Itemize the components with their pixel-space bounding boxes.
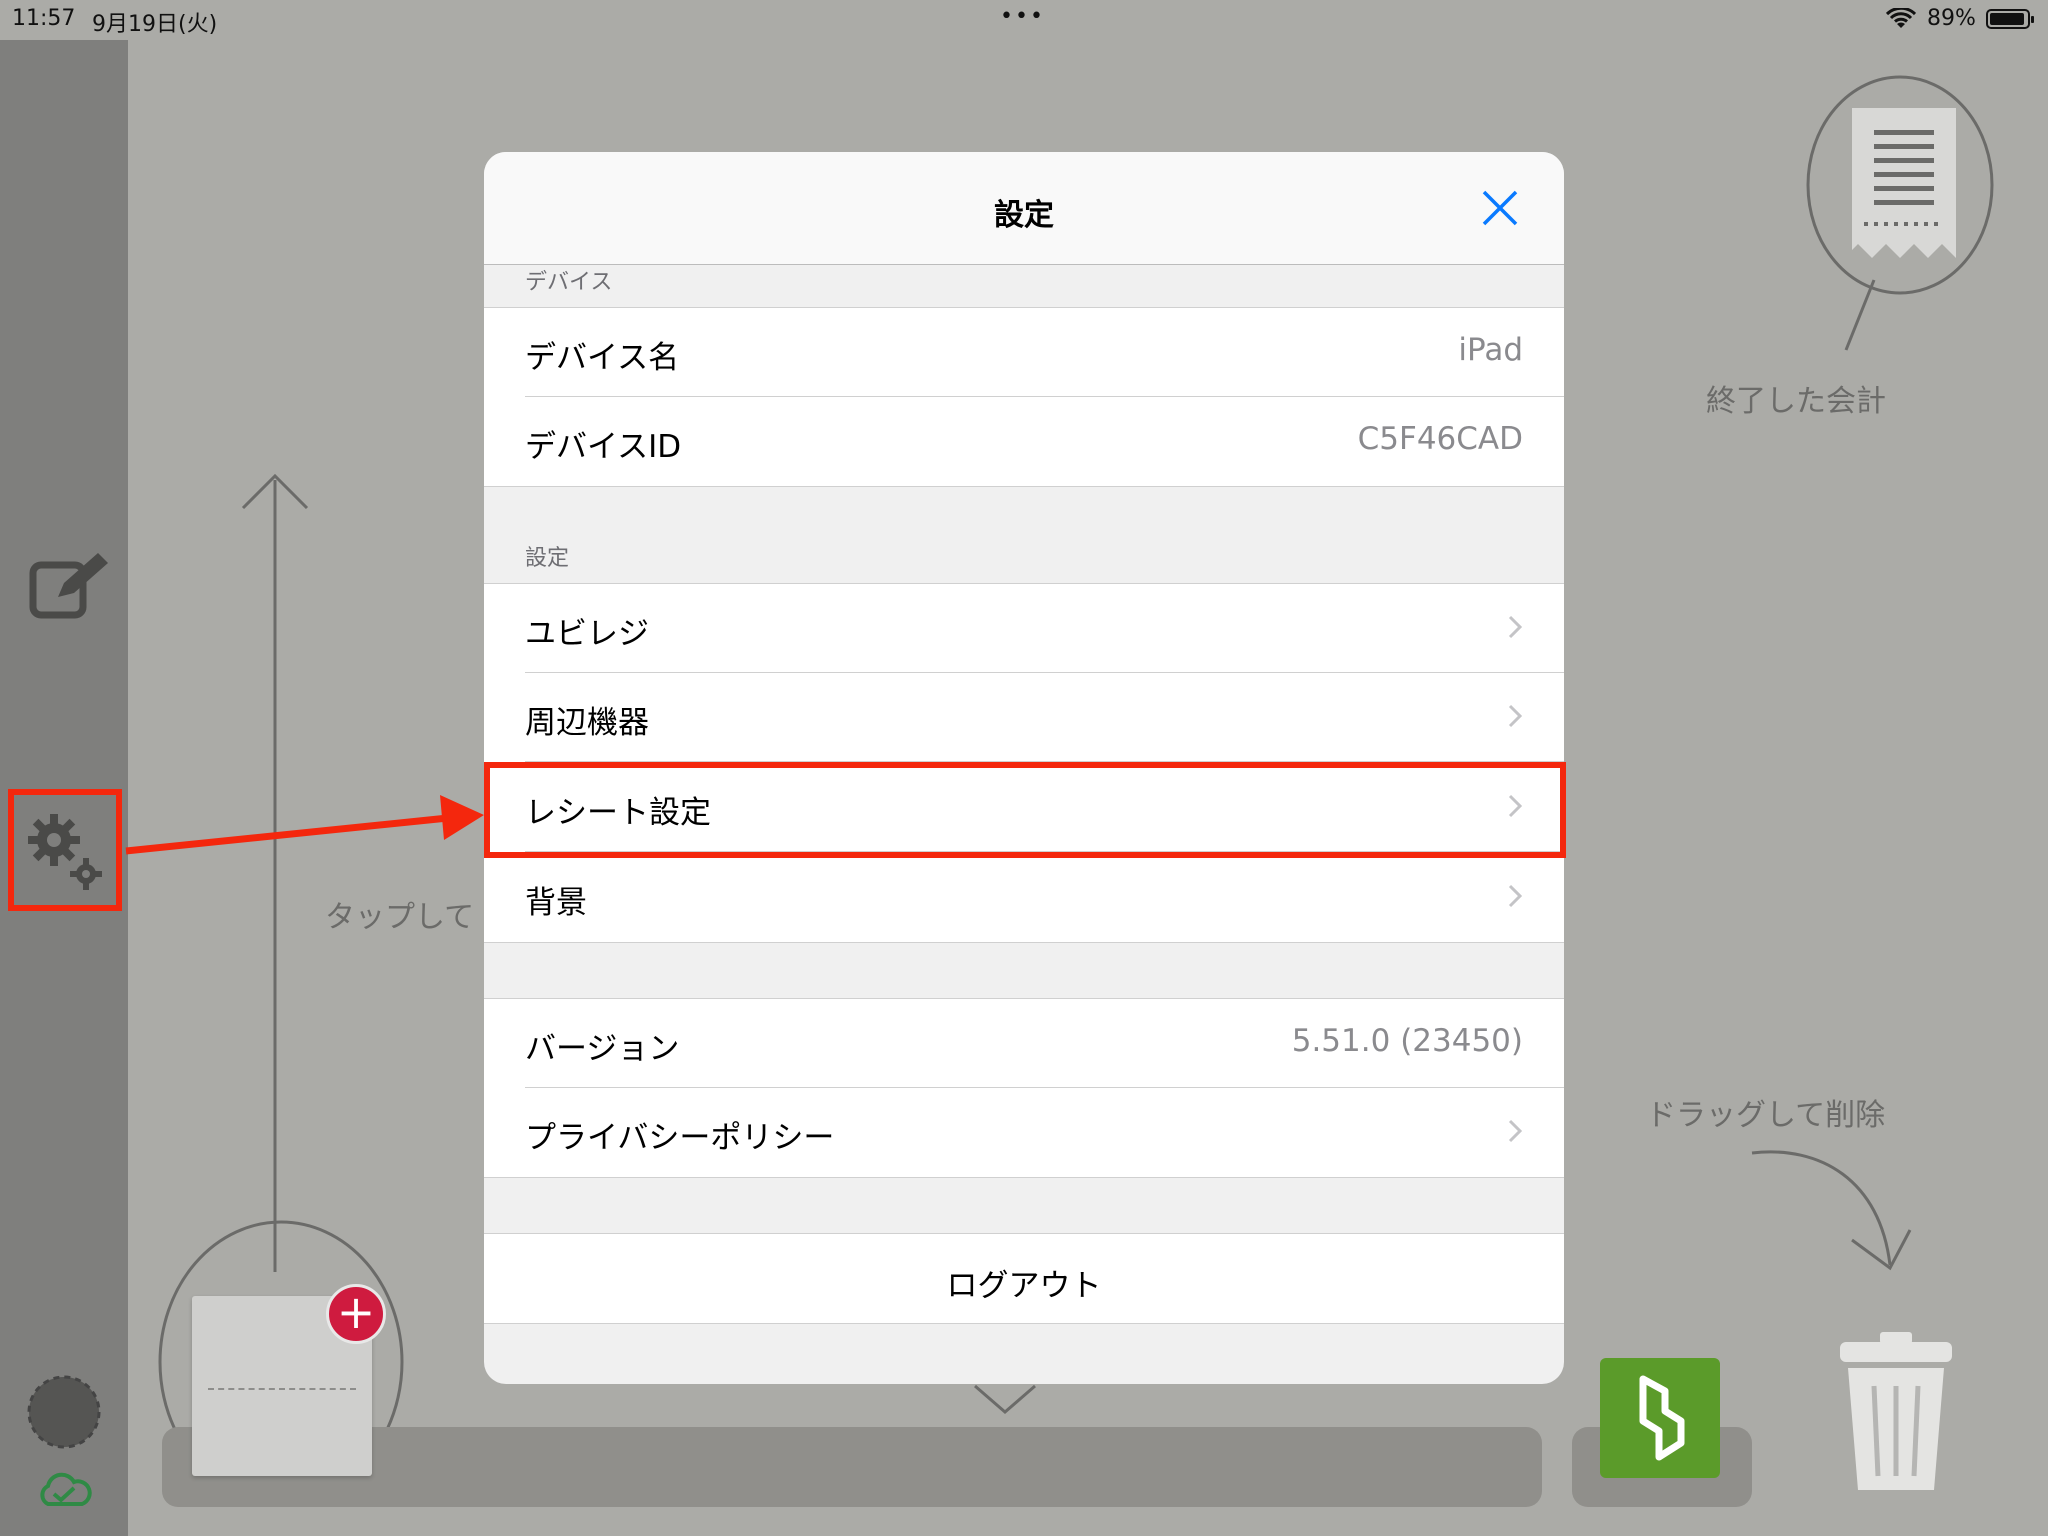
chevron-right-icon <box>1508 884 1522 908</box>
section-settings-label: 設定 <box>525 546 570 571</box>
settings-item-label: 周辺機器 <box>525 705 649 741</box>
chevron-right-icon <box>1508 704 1522 728</box>
privacy-policy-label: プライバシーポリシー <box>525 1120 835 1156</box>
ubiregi-app-icon[interactable] <box>1600 1358 1720 1478</box>
tap-hint: タップして <box>325 900 475 935</box>
device-id-value: C5F46CAD <box>1357 421 1523 457</box>
section-device-label: デバイス <box>525 270 613 295</box>
chevron-right-icon <box>1508 615 1522 639</box>
settings-item-label: ユビレジ <box>525 616 649 652</box>
settings-item-peripherals[interactable]: 周辺機器 <box>484 673 1564 762</box>
settings-item-label: 背景 <box>525 885 587 921</box>
privacy-policy-row[interactable]: プライバシーポリシー <box>484 1088 1564 1178</box>
modal-title: 設定 <box>994 198 1054 233</box>
receipt-settings-highlight-box <box>484 762 1566 858</box>
settings-item-ubiregi[interactable]: ユビレジ <box>484 583 1564 673</box>
version-row: バージョン 5.51.0 (23450) <box>484 998 1564 1088</box>
receipt-icon[interactable] <box>1852 108 1956 272</box>
chevron-right-icon <box>1508 1119 1522 1143</box>
add-order-button[interactable]: + <box>326 1284 386 1344</box>
logout-button[interactable]: ログアウト <box>484 1233 1564 1324</box>
device-name-value: iPad <box>1458 332 1523 368</box>
device-id-row: デバイスID C5F46CAD <box>484 397 1564 487</box>
close-icon[interactable] <box>1480 188 1520 228</box>
device-name-label: デバイス名 <box>525 340 680 376</box>
device-name-row: デバイス名 iPad <box>484 307 1564 397</box>
settings-item-background[interactable]: 背景 <box>484 853 1564 943</box>
version-value: 5.51.0 (23450) <box>1291 1023 1523 1059</box>
version-label: バージョン <box>525 1031 680 1067</box>
modal-header: 設定 <box>484 152 1564 265</box>
logout-label: ログアウト <box>946 1268 1102 1304</box>
drag-delete-label: ドラッグして削除 <box>1646 1098 1886 1133</box>
finished-label: 終了した会計 <box>1706 384 1886 419</box>
trash-icon[interactable] <box>1836 1328 1956 1500</box>
device-id-label: デバイスID <box>525 429 682 465</box>
